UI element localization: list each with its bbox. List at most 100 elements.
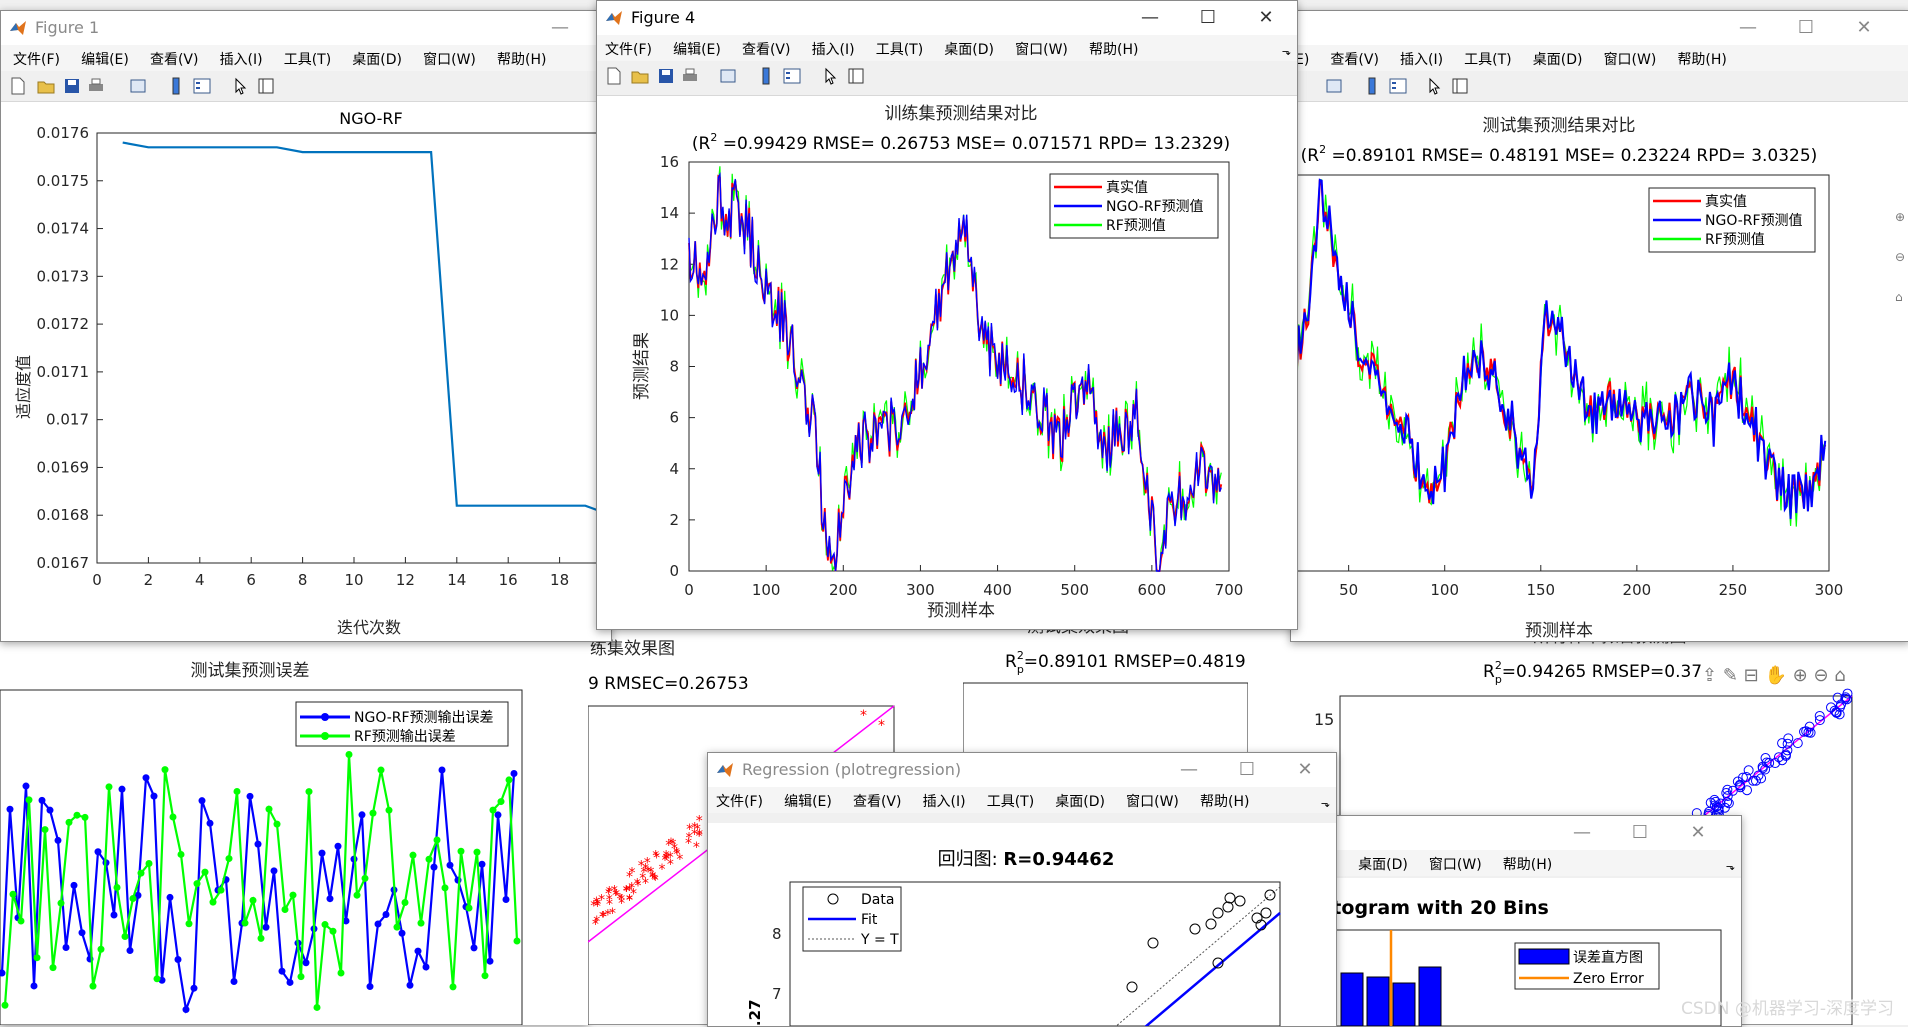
open-folder-icon[interactable]: [631, 67, 649, 85]
figure1-titlebar[interactable]: Figure 1 —: [1, 11, 611, 45]
menu-view[interactable]: 查看(V): [150, 45, 199, 69]
menu-edit[interactable]: 编辑(E): [81, 45, 129, 69]
menu-help[interactable]: 帮助(H): [1089, 35, 1138, 59]
regression-window[interactable]: Regression (plotregression) — ☐ ✕ 文件(F) …: [707, 752, 1337, 1027]
menu-tools[interactable]: 工具(T): [284, 45, 331, 69]
menu-tools[interactable]: 工具(T): [1464, 45, 1511, 69]
close-icon[interactable]: ✕: [1669, 816, 1727, 850]
maximize-button[interactable]: ☐: [1777, 11, 1835, 45]
ngo-rf-error-marker: [254, 840, 262, 848]
datatip-icon[interactable]: ⊟: [1744, 665, 1759, 686]
menu-edit[interactable]: 编辑(E): [673, 35, 721, 59]
figure3-window[interactable]: — ☐ ✕ E) 查看(V) 插入(I) 工具(T) 桌面(D) 窗口(W) 帮…: [1290, 10, 1908, 642]
minimize-button[interactable]: —: [1160, 753, 1218, 787]
menu-edit[interactable]: 编辑(E): [784, 787, 832, 811]
figure4-window[interactable]: Figure 4 — ☐ ✕ 文件(F) 编辑(E) 查看(V) 插入(I) 工…: [596, 0, 1298, 630]
print-icon[interactable]: [681, 67, 699, 85]
pointer-arrow-icon[interactable]: [231, 77, 249, 95]
histogram-window[interactable]: — ☐ ✕ T) 桌面(D) 窗口(W) 帮助(H) ⬎ stogram wit…: [1320, 815, 1742, 1027]
colorbar-icon[interactable]: [1363, 77, 1381, 95]
figure3-titlebar[interactable]: — ☐ ✕: [1291, 11, 1908, 45]
menu-desktop[interactable]: 桌面(D): [352, 45, 402, 69]
print-preview-icon[interactable]: [129, 77, 147, 95]
close-icon[interactable]: ✕: [1276, 753, 1334, 787]
save-icon[interactable]: [63, 77, 81, 95]
menu-insert[interactable]: 插入(I): [923, 787, 966, 811]
colorbar-icon[interactable]: [757, 67, 775, 85]
print-preview-icon[interactable]: [1325, 77, 1343, 95]
menubar-dock-arrow-icon[interactable]: ⬎: [1282, 45, 1291, 58]
menu-insert[interactable]: 插入(I): [812, 35, 855, 59]
menubar-dock-arrow-icon[interactable]: ⬎: [1726, 860, 1735, 873]
menu-desktop[interactable]: 桌面(D): [1533, 45, 1583, 69]
menu-file[interactable]: 文件(F): [605, 35, 652, 59]
reg-legend-identity: Y = T: [860, 932, 899, 948]
legend-icon[interactable]: [1389, 77, 1407, 95]
maximize-button[interactable]: ☐: [1218, 753, 1276, 787]
menu-tools[interactable]: 工具(T): [987, 787, 1034, 811]
menu-insert[interactable]: 插入(I): [220, 45, 263, 69]
menu-file[interactable]: 文件(F): [13, 45, 60, 69]
menu-window[interactable]: 窗口(W): [1429, 850, 1482, 874]
home-icon[interactable]: ⌂: [1834, 665, 1845, 686]
menu-window[interactable]: 窗口(W): [1126, 787, 1179, 811]
open-folder-icon[interactable]: [37, 77, 55, 95]
property-inspector-icon[interactable]: [257, 77, 275, 95]
export-icon[interactable]: ⇪: [1702, 665, 1717, 686]
menu-help[interactable]: 帮助(H): [497, 45, 546, 69]
menu-window[interactable]: 窗口(W): [1604, 45, 1657, 69]
zoom-in-icon[interactable]: ⊕: [1793, 665, 1808, 686]
rf-error-marker: [97, 945, 105, 953]
print-preview-icon[interactable]: [719, 67, 737, 85]
minimize-button[interactable]: —: [1719, 11, 1777, 45]
menu-file[interactable]: 文件(F): [716, 787, 763, 811]
menu-view[interactable]: 查看(V): [853, 787, 902, 811]
rf-error-marker: [329, 927, 337, 935]
colorbar-icon[interactable]: [167, 77, 185, 95]
pointer-arrow-icon[interactable]: [1425, 77, 1443, 95]
fig4-xtick-label: 300: [906, 581, 935, 599]
menu-help[interactable]: 帮助(H): [1200, 787, 1249, 811]
figure1-window[interactable]: Figure 1 — 文件(F) 编辑(E) 查看(V) 插入(I) 工具(T)…: [0, 10, 612, 642]
minimize-button[interactable]: —: [531, 11, 589, 45]
close-icon[interactable]: ✕: [1835, 11, 1893, 45]
new-file-icon[interactable]: [9, 77, 27, 95]
histogram-titlebar[interactable]: — ☐ ✕: [1321, 816, 1741, 850]
maximize-button[interactable]: ☐: [1611, 816, 1669, 850]
home-icon[interactable]: ⌂: [1895, 277, 1908, 317]
figure4-titlebar[interactable]: Figure 4 — ☐ ✕: [597, 1, 1297, 35]
fig3-axes-side-toolbar[interactable]: ⊕ ⊖ ⌂: [1895, 197, 1908, 317]
save-icon[interactable]: [657, 67, 675, 85]
menu-desktop[interactable]: 桌面(D): [1055, 787, 1105, 811]
fig4-chart-title: 训练集预测结果对比: [885, 104, 1038, 124]
legend-icon[interactable]: [193, 77, 211, 95]
close-icon[interactable]: ✕: [1237, 1, 1295, 35]
menu-window[interactable]: 窗口(W): [1015, 35, 1068, 59]
menu-help[interactable]: 帮助(H): [1503, 850, 1552, 874]
property-inspector-icon[interactable]: [847, 67, 865, 85]
menu-view[interactable]: 查看(V): [742, 35, 791, 59]
pointer-arrow-icon[interactable]: [821, 67, 839, 85]
legend-icon[interactable]: [783, 67, 801, 85]
property-inspector-icon[interactable]: [1451, 77, 1469, 95]
zoom-out-icon[interactable]: ⊖: [1813, 665, 1828, 686]
menu-tools[interactable]: 工具(T): [876, 35, 923, 59]
print-icon[interactable]: [87, 77, 105, 95]
zoom-in-icon[interactable]: ⊕: [1895, 197, 1908, 237]
minimize-button[interactable]: —: [1121, 1, 1179, 35]
menu-help[interactable]: 帮助(H): [1677, 45, 1726, 69]
pan-hand-icon[interactable]: ✋: [1764, 665, 1786, 686]
menubar-dock-arrow-icon[interactable]: ⬎: [1321, 797, 1330, 810]
new-file-icon[interactable]: [605, 67, 623, 85]
menu-view[interactable]: 查看(V): [1330, 45, 1379, 69]
menu-insert[interactable]: 插入(I): [1400, 45, 1443, 69]
minimize-button[interactable]: —: [1553, 816, 1611, 850]
zoom-out-icon[interactable]: ⊖: [1895, 237, 1908, 277]
regression-titlebar[interactable]: Regression (plotregression) — ☐ ✕: [708, 753, 1336, 787]
menu-desktop[interactable]: 桌面(D): [1358, 850, 1408, 874]
menu-window[interactable]: 窗口(W): [423, 45, 476, 69]
maximize-button[interactable]: ☐: [1179, 1, 1237, 35]
axes-toolbar[interactable]: ⇪ ✎ ⊟ ✋ ⊕ ⊖ ⌂: [1702, 665, 1902, 686]
brush-icon[interactable]: ✎: [1723, 665, 1738, 686]
menu-desktop[interactable]: 桌面(D): [944, 35, 994, 59]
